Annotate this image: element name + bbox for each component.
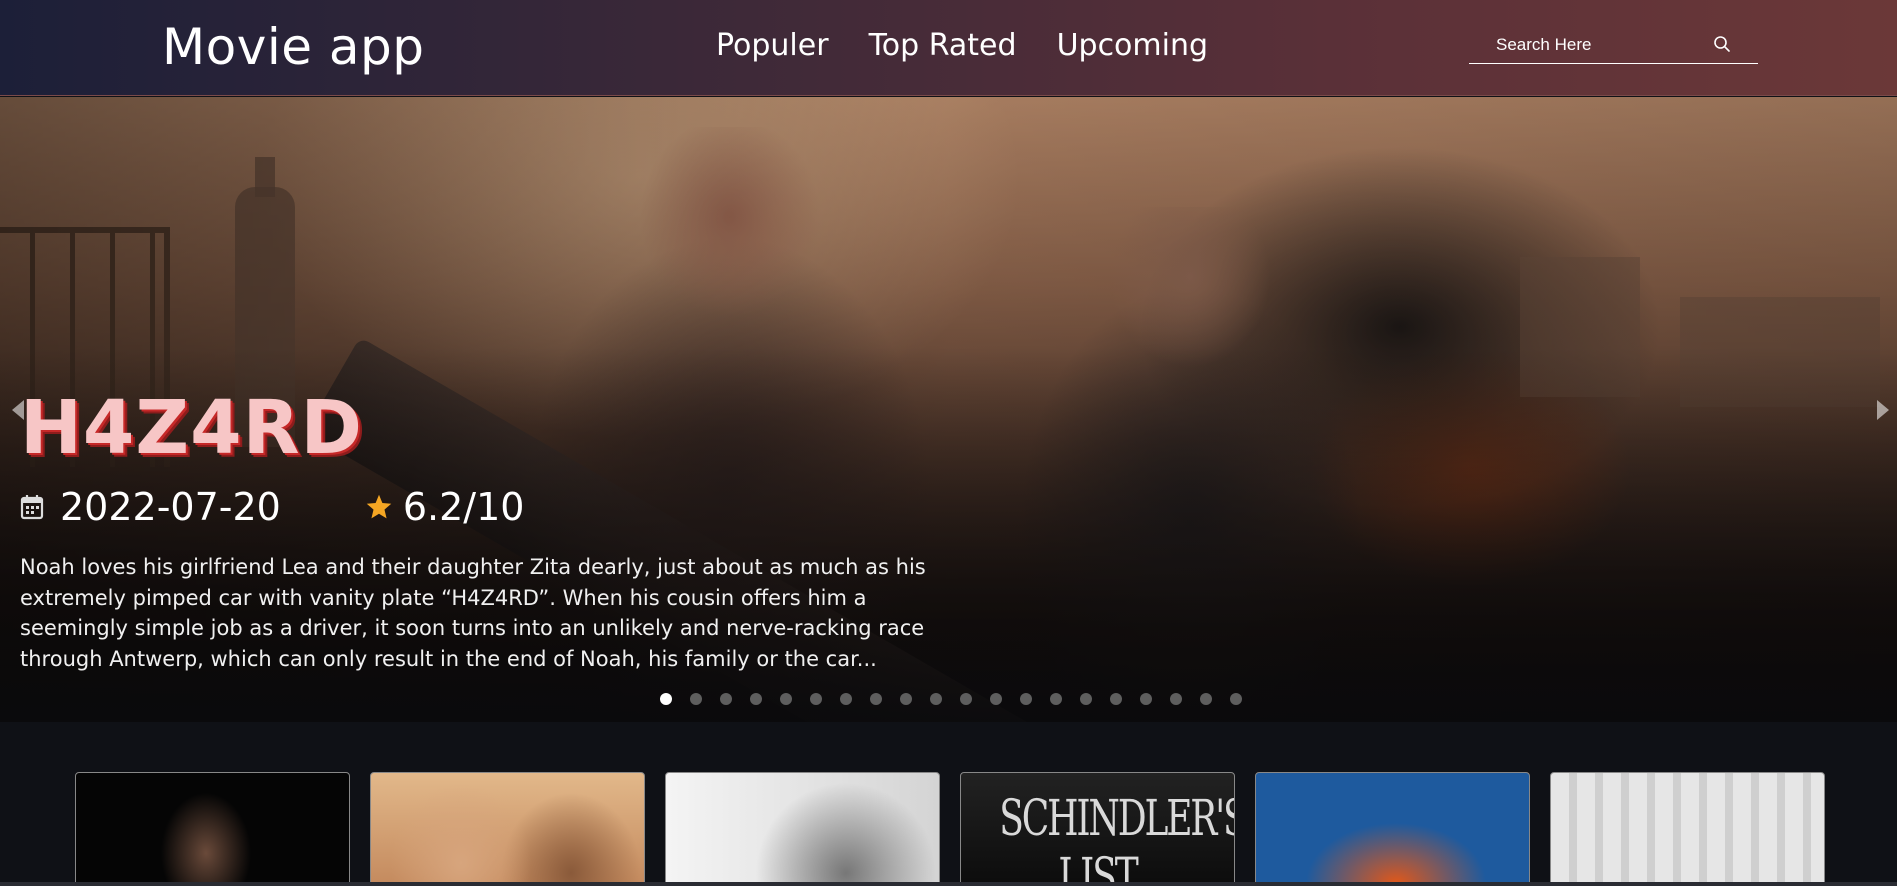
movie-card[interactable]: SCHINDLER'S LIST xyxy=(960,772,1235,886)
nav-link-popular[interactable]: Populer xyxy=(716,28,829,63)
search-icon[interactable] xyxy=(1712,34,1732,54)
movie-overview: Noah loves his girlfriend Lea and their … xyxy=(20,555,926,671)
carousel-pagination xyxy=(660,693,1242,705)
carousel-dot[interactable] xyxy=(780,693,792,705)
movie-card[interactable] xyxy=(665,772,940,886)
movie-card[interactable] xyxy=(1255,772,1530,886)
calendar-icon xyxy=(20,495,44,520)
hero-carousel: H4Z4RD 2022-07-20 6.2/10 Noah loves his … xyxy=(0,97,1897,722)
carousel-dot[interactable] xyxy=(990,693,1002,705)
movie-meta: 2022-07-20 6.2/10 xyxy=(20,485,524,529)
carousel-dot[interactable] xyxy=(1140,693,1152,705)
release-date: 2022-07-20 xyxy=(60,485,281,529)
carousel-dot[interactable] xyxy=(1050,693,1062,705)
nav-link-upcoming[interactable]: Upcoming xyxy=(1057,28,1208,63)
carousel-dot[interactable] xyxy=(1110,693,1122,705)
search-input[interactable] xyxy=(1469,28,1709,62)
carousel-dot[interactable] xyxy=(690,693,702,705)
carousel-dot[interactable] xyxy=(870,693,882,705)
movie-card[interactable] xyxy=(1550,772,1825,886)
movie-rating: 6.2/10 xyxy=(402,485,525,529)
movie-card[interactable] xyxy=(370,772,645,886)
carousel-dot[interactable] xyxy=(840,693,852,705)
carousel-dot[interactable] xyxy=(720,693,732,705)
chevron-right-icon[interactable] xyxy=(1877,400,1889,420)
movie-title: H4Z4RD xyxy=(20,385,363,471)
carousel-dot[interactable] xyxy=(900,693,912,705)
poster-title-text: SCHINDLER'S LIST xyxy=(999,789,1235,886)
carousel-dot[interactable] xyxy=(1230,693,1242,705)
app-logo[interactable]: Movie app xyxy=(162,18,424,76)
carousel-dot[interactable] xyxy=(750,693,762,705)
carousel-dot[interactable] xyxy=(1200,693,1212,705)
search-box xyxy=(1469,28,1758,64)
carousel-dot[interactable] xyxy=(810,693,822,705)
carousel-dot[interactable] xyxy=(1020,693,1032,705)
star-icon xyxy=(366,494,392,519)
carousel-dot[interactable] xyxy=(960,693,972,705)
carousel-dot[interactable] xyxy=(1170,693,1182,705)
horizontal-scrollbar[interactable] xyxy=(0,882,1897,886)
nav-link-top-rated[interactable]: Top Rated xyxy=(869,28,1017,63)
movie-card-list: SCHINDLER'S LIST xyxy=(75,772,1825,886)
top-navbar: Movie app Populer Top Rated Upcoming xyxy=(0,0,1897,96)
main-nav: Populer Top Rated Upcoming xyxy=(716,28,1208,63)
carousel-dot[interactable] xyxy=(930,693,942,705)
carousel-dot[interactable] xyxy=(1080,693,1092,705)
carousel-dot[interactable] xyxy=(660,693,672,705)
movie-card[interactable] xyxy=(75,772,350,886)
